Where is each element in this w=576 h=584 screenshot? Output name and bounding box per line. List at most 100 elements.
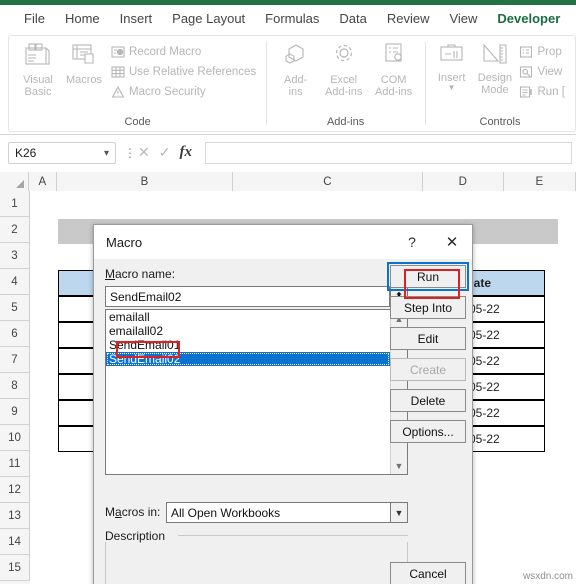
insert-control-button[interactable]: Insert ▼ [431,40,472,92]
tab-formulas[interactable]: Formulas [255,7,329,31]
macros-icon [69,42,99,71]
properties-label: Prop [537,46,562,58]
record-macro-icon [111,45,125,59]
macros-in-label: Macros in: [105,505,161,519]
add-ins-button[interactable]: Add- ins [273,40,319,98]
visual-basic-button[interactable]: Visual Basic [15,40,61,98]
row-header[interactable]: 2 [0,217,30,243]
row-header[interactable]: 9 [0,399,30,425]
dialog-title-bar[interactable]: Macro ? ✕ [94,225,472,259]
row-header[interactable]: 5 [0,295,30,321]
macro-name-input[interactable]: SendEmail02 [105,286,390,307]
visual-basic-label-2: Basic [24,86,52,98]
tab-home[interactable]: Home [55,7,110,31]
row-header[interactable]: 11 [0,451,30,477]
close-icon[interactable]: ✕ [432,225,472,259]
tab-file[interactable]: File [14,7,55,31]
edit-button-label: Edit [417,331,439,346]
formula-bar: K26 ▾ ⋮ ✕ ✓ fx [0,136,576,171]
column-header-e[interactable]: E [503,172,576,191]
macros-button[interactable]: Macros [61,40,107,86]
edit-button[interactable]: Edit [390,327,466,350]
record-macro-button[interactable]: Record Macro [111,42,260,62]
chevron-down-icon[interactable]: ▼ [390,502,408,523]
record-macro-label: Record Macro [129,46,202,58]
row-header[interactable]: 14 [0,529,30,555]
run-button-label: Run [416,269,439,284]
tab-data[interactable]: Data [329,7,376,31]
formula-input[interactable] [205,142,572,164]
com-add-ins-label-2: Add-ins [374,86,413,98]
design-mode-button[interactable]: Design Mode [472,40,517,96]
row-header[interactable]: 7 [0,347,30,373]
visual-basic-label-1: Visual [23,74,53,86]
row-header[interactable]: 1 [0,191,30,217]
tab-view[interactable]: View [439,7,487,31]
excel-add-ins-label-1: Excel [330,74,358,86]
column-header-d[interactable]: D [422,172,504,191]
select-all-corner[interactable] [0,172,29,191]
group-label-controls: Controls [479,116,521,128]
create-button-label: Create [409,362,447,377]
run-dialog-button[interactable]: Run [ [519,82,569,102]
view-code-button[interactable]: View [519,62,569,82]
tab-insert[interactable]: Insert [110,7,163,31]
row-header[interactable]: 12 [0,477,30,503]
row-header[interactable]: 3 [0,243,30,269]
use-relative-references-button[interactable]: Use Relative References [111,62,260,82]
list-item-selected[interactable]: SendEmail02 [106,352,390,366]
excel-add-ins-icon [329,42,359,71]
tab-developer[interactable]: Developer [487,7,570,35]
cancel-icon[interactable]: ✕ [138,144,150,161]
row-header[interactable]: 13 [0,503,30,529]
column-header-b[interactable]: B [57,172,233,191]
chevron-down-icon[interactable]: ▼ [448,84,456,92]
list-item[interactable]: SendEmail01 [106,338,390,352]
name-box[interactable]: K26 ▾ [8,142,116,164]
list-item[interactable]: emailall02 [106,324,390,338]
properties-button[interactable]: Prop [519,42,569,62]
row-header[interactable]: 6 [0,321,30,347]
com-add-ins-button[interactable]: COM Add-ins [369,40,419,98]
column-header-c[interactable]: C [232,172,423,191]
column-header-a[interactable]: A [28,172,58,191]
macro-list[interactable]: emailall emailall02 SendEmail01 SendEmai… [105,309,408,475]
fx-icon[interactable]: fx [179,144,192,161]
macro-name-value: SendEmail02 [110,289,182,304]
step-into-button-label: Step Into [403,300,453,315]
row-header[interactable]: 8 [0,373,30,399]
name-box-value: K26 [15,146,37,160]
list-item[interactable]: emailall [106,310,390,324]
macro-security-icon [111,85,125,99]
macros-in-value: All Open Workbooks [171,505,281,520]
visual-basic-icon [23,42,53,71]
delete-button[interactable]: Delete [390,389,466,412]
macros-in-dropdown[interactable]: All Open Workbooks ▼ [166,502,408,523]
row-header[interactable]: 4 [0,269,30,295]
step-into-button[interactable]: Step Into [390,296,466,319]
row-header[interactable]: 15 [0,555,30,581]
ribbon-group-addins: Add- ins Excel Add-ins COM Add-ins Add-i… [267,36,425,131]
cancel-button[interactable]: Cancel [390,562,466,584]
run-button[interactable]: Run [387,262,469,291]
options-button[interactable]: Options... [390,420,466,443]
help-icon[interactable]: ? [392,225,432,259]
macro-security-button[interactable]: Macro Security [111,82,260,102]
cancel-button-label: Cancel [409,566,447,581]
row-headers: 1 2 3 4 5 6 7 8 9 10 11 12 13 14 15 [0,191,30,584]
run-dialog-label: Run [ [537,86,565,98]
ribbon-tab-bar: File Home Insert Page Layout Formulas Da… [0,5,576,35]
excel-add-ins-button[interactable]: Excel Add-ins [319,40,369,98]
group-label-addins: Add-ins [326,116,365,128]
tab-review[interactable]: Review [377,7,440,31]
macro-security-label: Macro Security [129,86,206,98]
use-relative-references-label: Use Relative References [129,66,257,78]
create-button: Create [390,358,466,381]
tab-page-layout[interactable]: Page Layout [162,7,255,31]
watermark: wsxdn.com [522,571,573,582]
scroll-down-icon[interactable]: ▼ [391,457,407,474]
chevron-down-icon[interactable]: ▾ [104,148,109,159]
ribbon-group-code: Visual Basic Macros Record Macro Use Rel… [9,36,266,131]
row-header[interactable]: 10 [0,425,30,451]
confirm-icon[interactable]: ✓ [159,144,171,161]
